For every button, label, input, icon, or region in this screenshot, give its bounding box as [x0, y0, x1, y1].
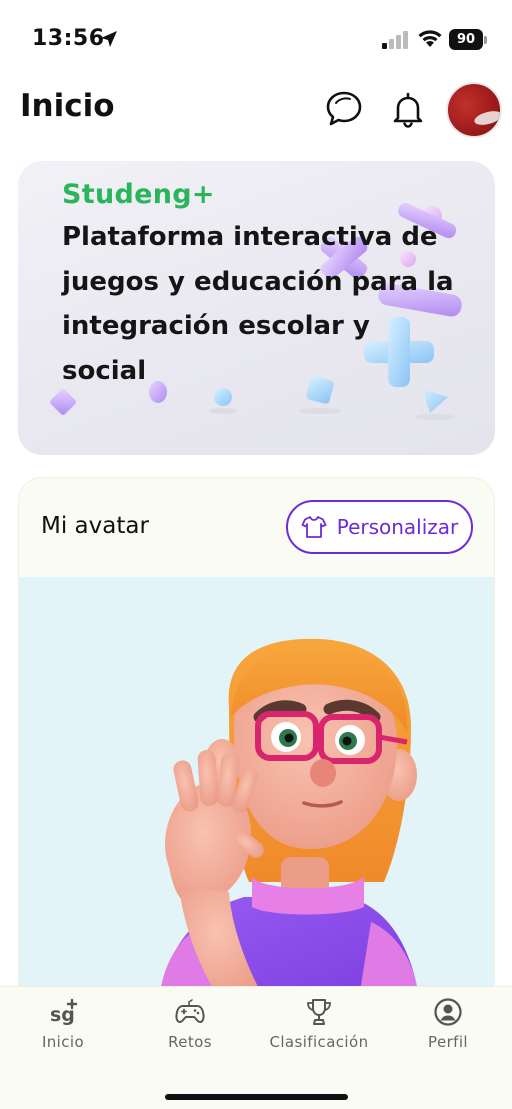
status-time: 13:56 [32, 26, 105, 51]
chat-bubbles-icon[interactable] [322, 88, 364, 130]
page-title: Inicio [20, 88, 115, 124]
avatar-character [159, 638, 419, 996]
nav-item-clasificacion[interactable]: Clasificación [259, 997, 379, 1051]
nav-item-retos[interactable]: Retos [130, 997, 250, 1051]
avatar-stage [19, 577, 494, 996]
avatar-card-title: Mi avatar [41, 513, 149, 539]
nav-label-retos: Retos [168, 1033, 212, 1051]
nav-label-perfil: Perfil [428, 1033, 468, 1051]
battery-indicator: 90 [449, 29, 489, 50]
avatar-card: Mi avatar Personalizar [18, 477, 495, 997]
promo-banner[interactable]: Studeng+ Plataforma interactiva de juego… [18, 161, 495, 455]
profile-avatar[interactable] [446, 82, 502, 138]
nav-item-inicio[interactable]: sg Inicio [3, 997, 123, 1051]
bottom-nav: sg Inicio Retos Clasificación Perfil [0, 986, 512, 1109]
location-arrow-icon [101, 31, 117, 47]
avatar-highlight [472, 108, 500, 128]
sg-logo-icon: sg [50, 998, 78, 1026]
battery-level: 90 [449, 29, 483, 50]
customize-label: Personalizar [336, 515, 459, 539]
trophy-icon [307, 999, 331, 1025]
customize-button[interactable]: Personalizar [286, 500, 473, 554]
cell-signal-icon [382, 31, 408, 49]
wifi-icon [418, 30, 442, 47]
battery-tip [484, 36, 487, 44]
shirt-icon [301, 516, 327, 538]
user-circle-icon [434, 998, 462, 1026]
gamepad-icon [175, 999, 205, 1023]
home-indicator[interactable] [165, 1094, 348, 1100]
nav-item-perfil[interactable]: Perfil [388, 997, 508, 1051]
bell-icon[interactable] [387, 88, 429, 130]
status-bar: 13:56 90 [0, 0, 512, 80]
banner-text: Plataforma interactiva de juegos y educa… [62, 222, 454, 386]
nav-label-clasificacion: Clasificación [269, 1033, 369, 1051]
nav-label-inicio: Inicio [41, 1033, 85, 1051]
